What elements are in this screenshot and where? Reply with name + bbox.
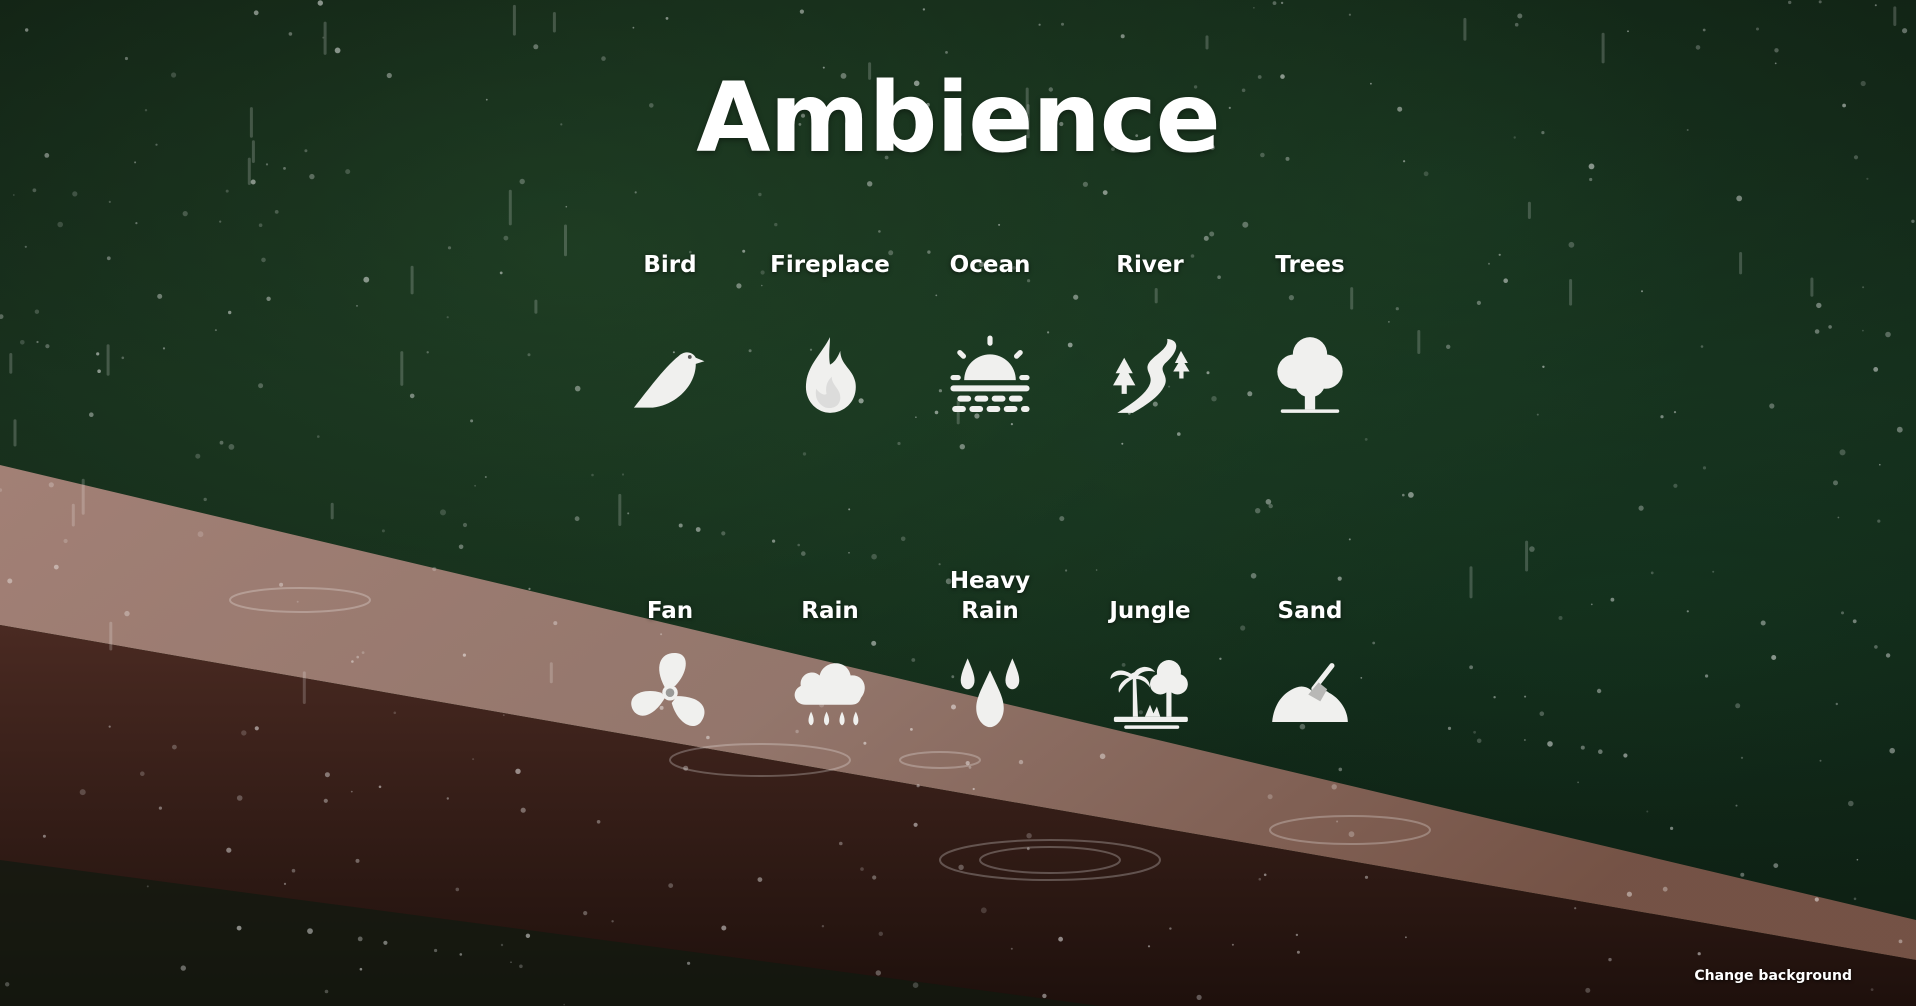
sound-label: Fan: [646, 598, 694, 624]
tree-icon[interactable]: [1265, 330, 1355, 420]
droplets-icon[interactable]: [945, 646, 1035, 736]
river-icon[interactable]: [1105, 330, 1195, 420]
sound-sand[interactable]: Sand: [1230, 566, 1390, 766]
sound-fan[interactable]: Fan: [590, 566, 750, 766]
sound-label: Bird: [643, 252, 697, 278]
sound-label: River: [1116, 252, 1184, 278]
fan-icon[interactable]: [625, 646, 715, 736]
sound-label: Sand: [1277, 598, 1343, 624]
jungle-icon[interactable]: [1105, 646, 1195, 736]
sound-label: Heavy Rain: [949, 568, 1031, 624]
sound-trees[interactable]: Trees: [1230, 250, 1390, 566]
sand-shovel-icon[interactable]: [1265, 646, 1355, 736]
sound-bird[interactable]: Bird: [590, 250, 750, 566]
sound-rain[interactable]: Rain: [750, 566, 910, 766]
sound-label: Jungle: [1109, 598, 1191, 624]
sound-grid: Bird Fireplace Ocean River Trees Fan Rai…: [590, 250, 1390, 766]
flame-icon[interactable]: [785, 330, 875, 420]
sound-label: Trees: [1275, 252, 1345, 278]
bird-icon[interactable]: [625, 330, 715, 420]
page-title: Ambience: [696, 62, 1220, 174]
sound-heavy-rain[interactable]: Heavy Rain: [910, 566, 1070, 766]
sound-river[interactable]: River: [1070, 250, 1230, 566]
rain-cloud-icon[interactable]: [785, 646, 875, 736]
sound-jungle[interactable]: Jungle: [1070, 566, 1230, 766]
change-background-button[interactable]: Change background: [1694, 968, 1852, 984]
sunset-ocean-icon[interactable]: [945, 330, 1035, 420]
sound-label: Rain: [801, 598, 859, 624]
sound-ocean[interactable]: Ocean: [910, 250, 1070, 566]
sound-label: Ocean: [949, 252, 1031, 278]
sound-fireplace[interactable]: Fireplace: [750, 250, 910, 566]
sound-label: Fireplace: [770, 252, 890, 278]
